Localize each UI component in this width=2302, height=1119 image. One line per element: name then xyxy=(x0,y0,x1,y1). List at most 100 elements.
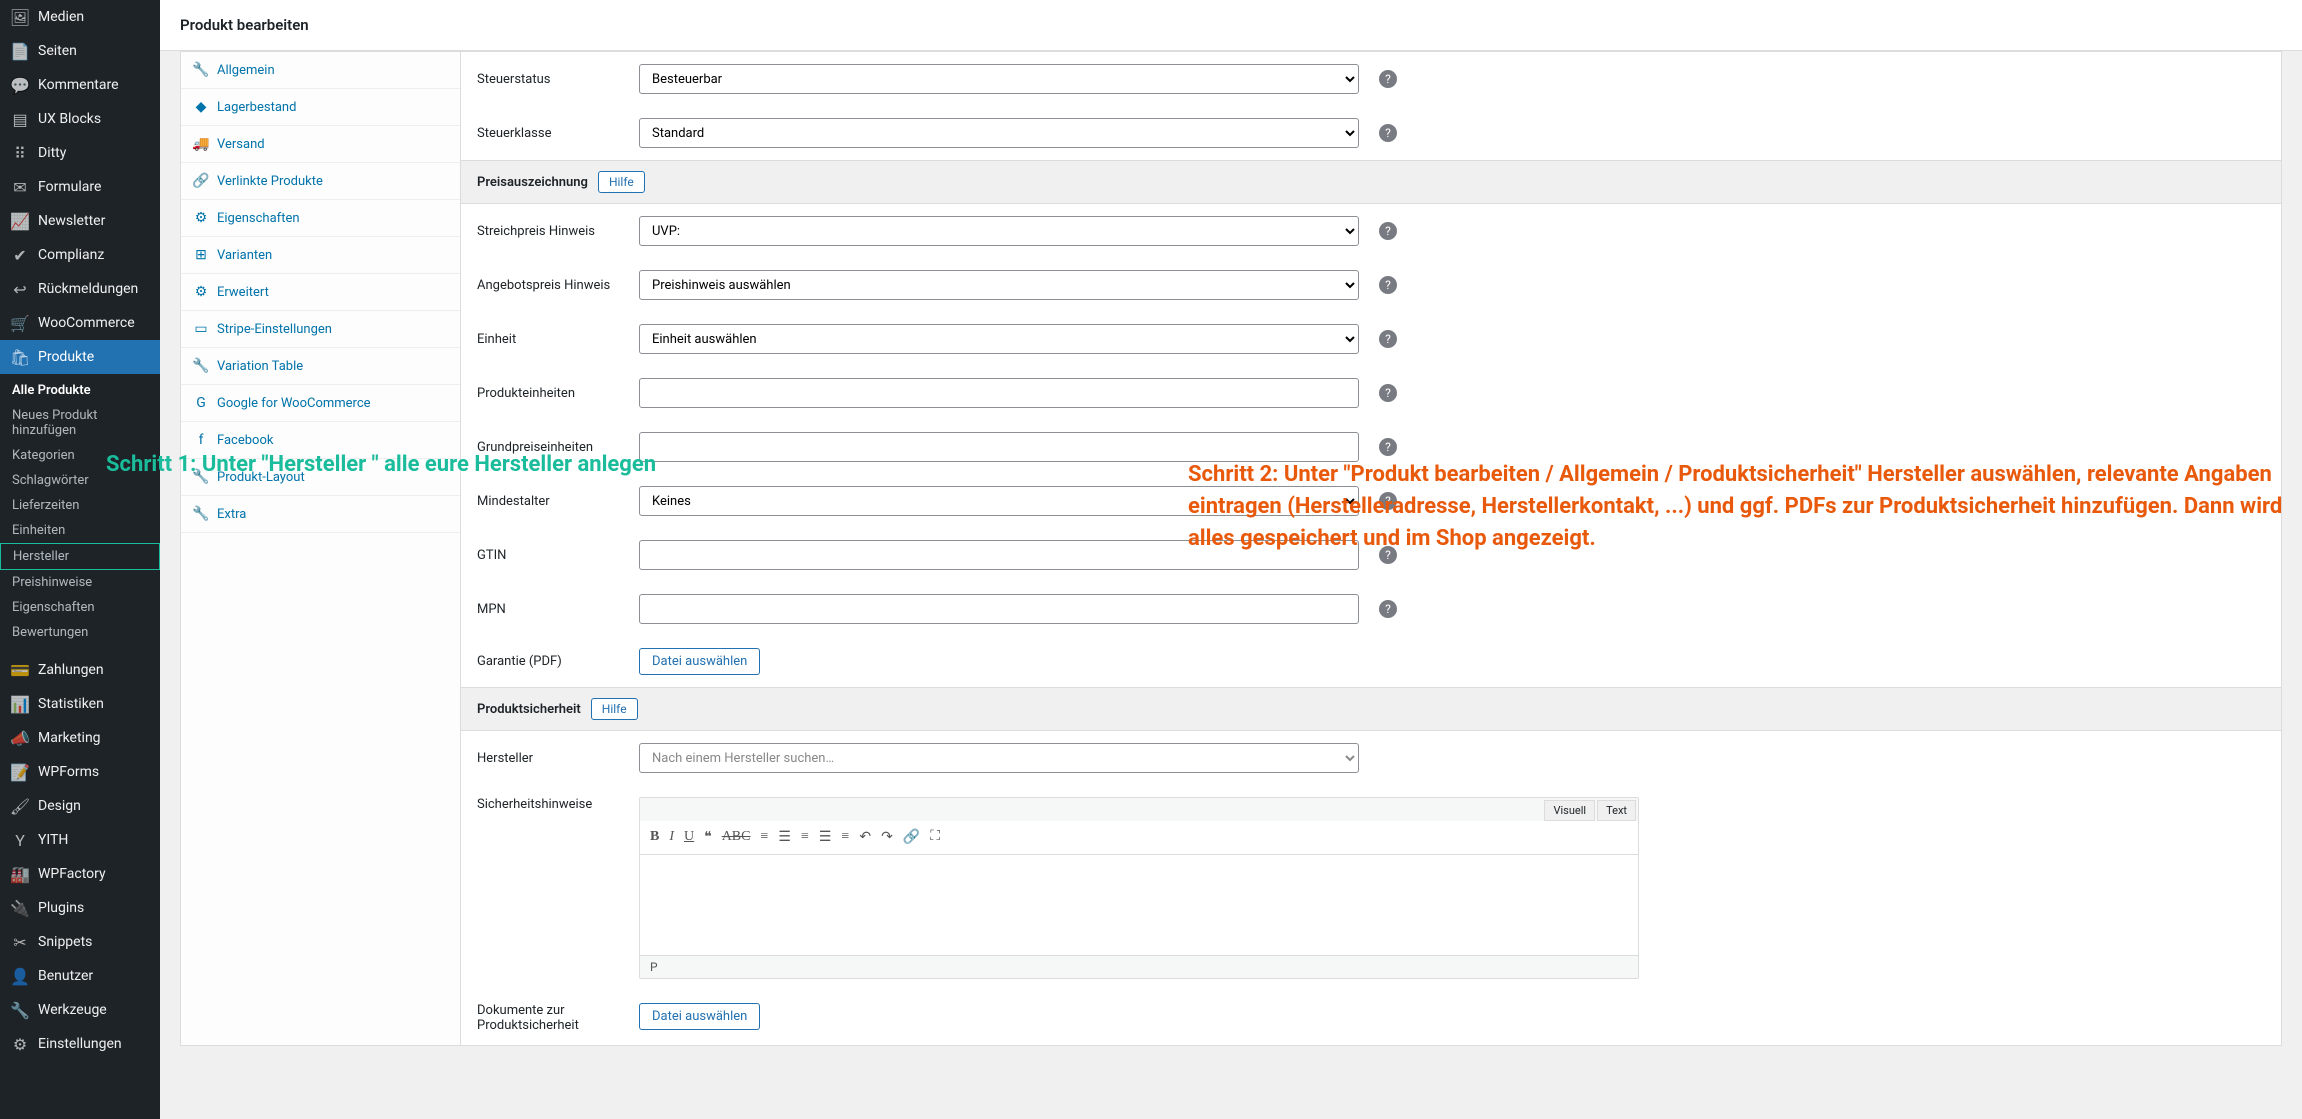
sidebar-item-woocommerce[interactable]: 🛒WooCommerce xyxy=(0,306,160,340)
strike-hint-select[interactable]: UVP: xyxy=(639,216,1359,246)
editor-tab-text[interactable]: Text xyxy=(1597,800,1636,821)
product-tab-label: Varianten xyxy=(217,248,272,263)
offer-hint-select[interactable]: Preishinweis auswählen xyxy=(639,270,1359,300)
sidebar-item-marketing[interactable]: 📣Marketing xyxy=(0,721,160,755)
help-button[interactable]: Hilfe xyxy=(591,698,638,720)
warranty-file-button[interactable]: Datei auswählen xyxy=(639,648,760,675)
align-center-icon[interactable]: ≡ xyxy=(801,829,809,846)
help-icon[interactable]: ? xyxy=(1379,600,1397,618)
manufacturer-select[interactable]: Nach einem Hersteller suchen… xyxy=(639,743,1359,773)
redo-icon[interactable]: ↷ xyxy=(881,829,893,846)
sidebar-item-benutzer[interactable]: 👤Benutzer xyxy=(0,959,160,993)
quote-icon[interactable]: ❝ xyxy=(704,829,712,846)
help-icon[interactable]: ? xyxy=(1379,492,1397,510)
product-tab-produkt-layout[interactable]: 🔧Produkt-Layout xyxy=(181,459,460,496)
sidebar-item-ux-blocks[interactable]: ▤UX Blocks xyxy=(0,102,160,136)
align-left-icon[interactable]: ☰ xyxy=(778,829,791,846)
min-age-select[interactable]: Keines xyxy=(639,486,1359,516)
align-right-icon[interactable]: ☰ xyxy=(819,829,832,846)
product-tab-lagerbestand[interactable]: ◆Lagerbestand xyxy=(181,89,460,126)
menu-icon: 🛒 xyxy=(10,313,30,333)
sidebar-item-ditty[interactable]: ⠿Ditty xyxy=(0,136,160,170)
align-justify-icon[interactable]: ≡ xyxy=(841,829,849,846)
sidebar-item-yith[interactable]: YYITH xyxy=(0,823,160,857)
help-icon[interactable]: ? xyxy=(1379,70,1397,88)
sidebar-subitem-kategorien[interactable]: Kategorien xyxy=(0,443,160,468)
sidebar-item-medien[interactable]: 🖼Medien xyxy=(0,0,160,34)
editor-tab-visual[interactable]: Visuell xyxy=(1544,800,1595,821)
sidebar-item-snippets[interactable]: ✂Snippets xyxy=(0,925,160,959)
product-tab-extra[interactable]: 🔧Extra xyxy=(181,496,460,533)
help-icon[interactable]: ? xyxy=(1379,384,1397,402)
product-tab-erweitert[interactable]: ⚙Erweitert xyxy=(181,274,460,311)
menu-icon: ✉ xyxy=(10,177,30,197)
link-icon[interactable]: 🔗 xyxy=(903,829,920,846)
sidebar-item-design[interactable]: 🖌Design xyxy=(0,789,160,823)
sidebar-item-wpforms[interactable]: 📝WPForms xyxy=(0,755,160,789)
help-icon[interactable]: ? xyxy=(1379,546,1397,564)
sidebar-item-zahlungen[interactable]: 💳Zahlungen xyxy=(0,653,160,687)
sidebar-item-seiten[interactable]: 📄Seiten xyxy=(0,34,160,68)
sidebar-item-label: Ditty xyxy=(38,145,66,161)
sidebar-subitem-hersteller[interactable]: Hersteller xyxy=(0,543,160,570)
menu-icon: 📝 xyxy=(10,762,30,782)
sidebar-item-statistiken[interactable]: 📊Statistiken xyxy=(0,687,160,721)
menu-icon: 🏭 xyxy=(10,864,30,884)
tab-icon: 🚚 xyxy=(193,136,209,152)
editor-body[interactable] xyxy=(640,855,1638,955)
product-tab-stripe-einstellungen[interactable]: ▭Stripe-Einstellungen xyxy=(181,311,460,348)
product-tab-eigenschaften[interactable]: ⚙Eigenschaften xyxy=(181,200,460,237)
help-icon[interactable]: ? xyxy=(1379,438,1397,456)
sidebar-subitem-eigenschaften[interactable]: Eigenschaften xyxy=(0,595,160,620)
sidebar-item-produkte[interactable]: 🛍Produkte xyxy=(0,340,160,374)
help-icon[interactable]: ? xyxy=(1379,330,1397,348)
bold-icon[interactable]: B xyxy=(650,829,659,846)
product-tab-variation-table[interactable]: 🔧Variation Table xyxy=(181,348,460,385)
help-icon[interactable]: ? xyxy=(1379,276,1397,294)
docs-safety-file-button[interactable]: Datei auswählen xyxy=(639,1003,760,1030)
menu-icon: 🖌 xyxy=(10,796,30,816)
sidebar-item-werkzeuge[interactable]: 🔧Werkzeuge xyxy=(0,993,160,1027)
underline-icon[interactable]: U xyxy=(684,829,694,846)
sidebar-item-newsletter[interactable]: 📈Newsletter xyxy=(0,204,160,238)
mpn-input[interactable] xyxy=(639,594,1359,624)
product-units-input[interactable] xyxy=(639,378,1359,408)
gtin-input[interactable] xyxy=(639,540,1359,570)
docs-safety-label: Dokumente zur Produktsicherheit xyxy=(477,1003,627,1033)
menu-icon: 📣 xyxy=(10,728,30,748)
product-tab-allgemein[interactable]: 🔧Allgemein xyxy=(181,52,460,89)
italic-icon[interactable]: I xyxy=(669,829,674,846)
fullscreen-icon[interactable]: ⛶ xyxy=(930,829,940,846)
sidebar-item-complianz[interactable]: ✔Complianz xyxy=(0,238,160,272)
unit-select[interactable]: Einheit auswählen xyxy=(639,324,1359,354)
menu-icon: ↩ xyxy=(10,279,30,299)
product-tab-label: Versand xyxy=(217,137,265,152)
sidebar-subitem-alle-produkte[interactable]: Alle Produkte xyxy=(0,378,160,403)
base-units-input[interactable] xyxy=(639,432,1359,462)
sidebar-subitem-einheiten[interactable]: Einheiten xyxy=(0,518,160,543)
sidebar-item-kommentare[interactable]: 💬Kommentare xyxy=(0,68,160,102)
product-tab-varianten[interactable]: ⊞Varianten xyxy=(181,237,460,274)
help-icon[interactable]: ? xyxy=(1379,124,1397,142)
sidebar-item-plugins[interactable]: 🔌Plugins xyxy=(0,891,160,925)
sidebar-item-einstellungen[interactable]: ⚙Einstellungen xyxy=(0,1027,160,1061)
sidebar-item-rückmeldungen[interactable]: ↩Rückmeldungen xyxy=(0,272,160,306)
product-tab-google-for-woocommerce[interactable]: GGoogle for WooCommerce xyxy=(181,385,460,422)
product-tab-versand[interactable]: 🚚 Versand xyxy=(181,126,460,163)
product-tab-facebook[interactable]: fFacebook xyxy=(181,422,460,459)
sidebar-subitem-bewertungen[interactable]: Bewertungen xyxy=(0,620,160,645)
sidebar-item-formulare[interactable]: ✉Formulare xyxy=(0,170,160,204)
sidebar-subitem-lieferzeiten[interactable]: Lieferzeiten xyxy=(0,493,160,518)
sidebar-item-wpfactory[interactable]: 🏭WPFactory xyxy=(0,857,160,891)
tax-class-select[interactable]: Standard xyxy=(639,118,1359,148)
product-tab-verlinkte-produkte[interactable]: 🔗Verlinkte Produkte xyxy=(181,163,460,200)
tax-status-select[interactable]: Besteuerbar xyxy=(639,64,1359,94)
strike-icon[interactable]: ABC xyxy=(722,829,751,846)
help-button[interactable]: Hilfe xyxy=(598,171,645,193)
help-icon[interactable]: ? xyxy=(1379,222,1397,240)
list-ul-icon[interactable]: ≡ xyxy=(760,829,768,846)
sidebar-subitem-preishinweise[interactable]: Preishinweise xyxy=(0,570,160,595)
undo-icon[interactable]: ↶ xyxy=(859,829,871,846)
sidebar-subitem-neues-produkt-hinzufügen[interactable]: Neues Produkt hinzufügen xyxy=(0,403,160,443)
sidebar-subitem-schlagwörter[interactable]: Schlagwörter xyxy=(0,468,160,493)
